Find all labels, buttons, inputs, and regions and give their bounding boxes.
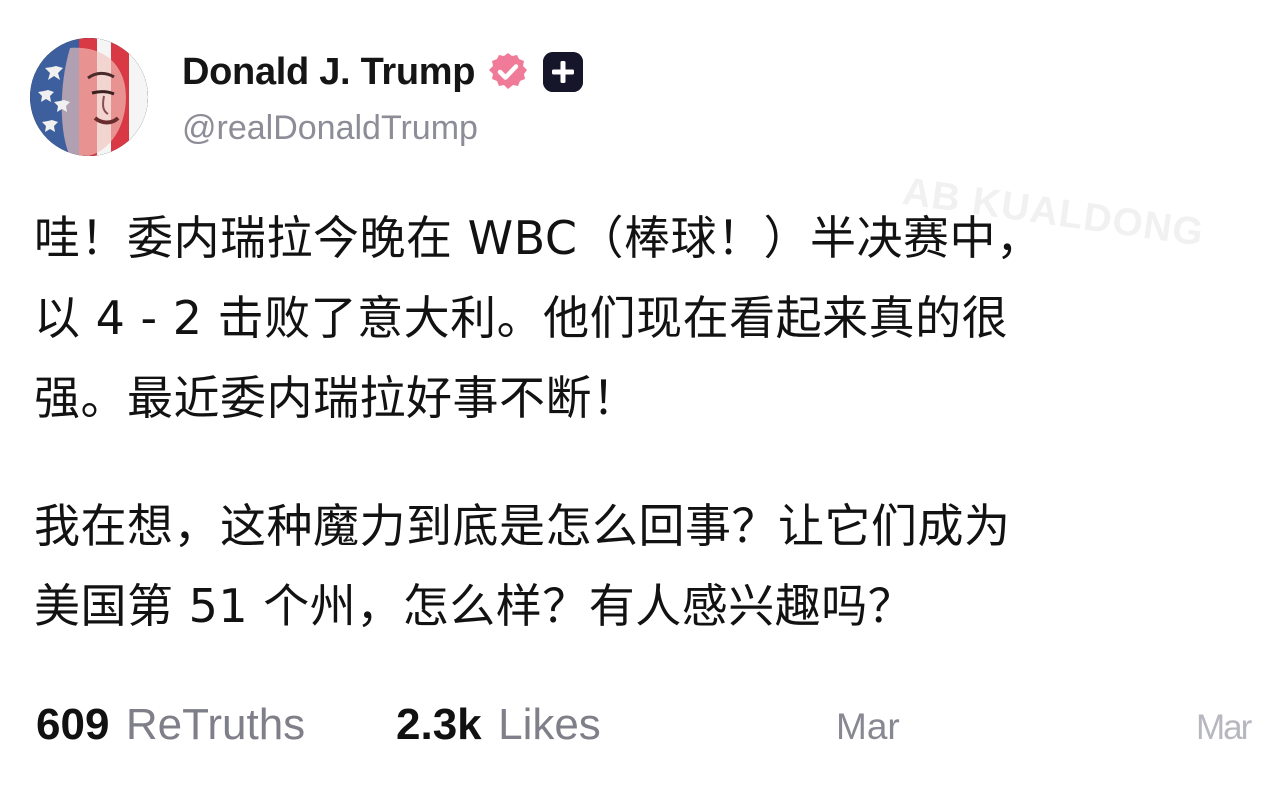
likes-count: 2.3k [396, 700, 482, 749]
retruths-count: 609 [36, 700, 110, 749]
post-paragraph-2: 我在想，这种魔力到底是怎么回事？让它们成为 美国第 51 个州，怎么样？有人感兴… [34, 499, 1011, 633]
avatar-image [30, 38, 148, 156]
likes-stat[interactable]: 2.3k Likes [396, 697, 601, 763]
post-paragraph-1: 哇！委内瑞拉今晚在 WBC（棒球！）半决赛中， 以 4 - 2 击败了意大利。他… [34, 211, 1043, 425]
plus-badge-icon [543, 52, 584, 92]
post-header: Donald J. Trump @realDonaldTrump [30, 38, 1250, 158]
avatar[interactable] [30, 38, 148, 156]
retruths-stat[interactable]: 609 ReTruths [36, 697, 305, 763]
retruths-label: ReTruths [125, 700, 306, 749]
author-name-row: Donald J. Trump [182, 46, 584, 98]
post-body: 哇！委内瑞拉今晚在 WBC（棒球！）半决赛中， 以 4 - 2 击败了意大利。他… [34, 198, 1244, 646]
post-stats: 609 ReTruths 2.3k Likes Mar Mar [36, 697, 1256, 757]
post-date: Mar [836, 706, 900, 747]
date-overlay-text: Mar [1196, 708, 1252, 747]
verified-badge-icon [489, 53, 528, 89]
display-name[interactable]: Donald J. Trump [182, 46, 476, 98]
author-identity: Donald J. Trump @realDonaldTrump [182, 46, 584, 150]
author-handle[interactable]: @realDonaldTrump [182, 106, 583, 150]
likes-label: Likes [498, 700, 601, 749]
